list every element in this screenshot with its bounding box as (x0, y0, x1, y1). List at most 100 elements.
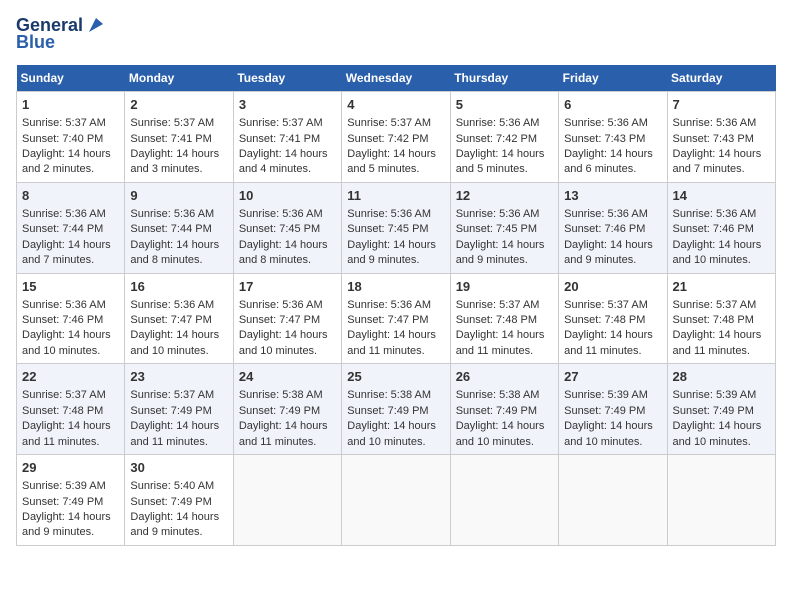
sunset: Sunset: 7:42 PM (347, 133, 428, 145)
sunrise: Sunrise: 5:36 AM (130, 299, 214, 311)
sunrise: Sunrise: 5:39 AM (22, 480, 106, 492)
sunrise: Sunrise: 5:36 AM (22, 208, 106, 220)
weekday-header: Saturday (667, 65, 775, 92)
calendar-cell: 25Sunrise: 5:38 AMSunset: 7:49 PMDayligh… (342, 364, 450, 455)
sunset: Sunset: 7:44 PM (22, 223, 103, 235)
daylight: Daylight: 14 hours and 10 minutes. (22, 329, 111, 356)
daylight: Daylight: 14 hours and 8 minutes. (239, 239, 328, 266)
sunset: Sunset: 7:46 PM (673, 223, 754, 235)
sunrise: Sunrise: 5:37 AM (130, 389, 214, 401)
sunrise: Sunrise: 5:40 AM (130, 480, 214, 492)
calendar-cell (233, 455, 341, 546)
calendar-cell: 27Sunrise: 5:39 AMSunset: 7:49 PMDayligh… (559, 364, 667, 455)
daylight: Daylight: 14 hours and 6 minutes. (564, 148, 653, 175)
sunrise: Sunrise: 5:37 AM (130, 117, 214, 129)
day-number: 9 (130, 187, 227, 205)
sunrise: Sunrise: 5:39 AM (673, 389, 757, 401)
calendar-cell: 3Sunrise: 5:37 AMSunset: 7:41 PMDaylight… (233, 92, 341, 183)
daylight: Daylight: 14 hours and 10 minutes. (673, 420, 762, 447)
calendar-cell (450, 455, 558, 546)
day-number: 21 (673, 278, 770, 296)
sunrise: Sunrise: 5:36 AM (456, 208, 540, 220)
calendar-cell: 28Sunrise: 5:39 AMSunset: 7:49 PMDayligh… (667, 364, 775, 455)
sunrise: Sunrise: 5:37 AM (673, 299, 757, 311)
sunrise: Sunrise: 5:36 AM (347, 299, 431, 311)
day-number: 28 (673, 368, 770, 386)
calendar-cell: 6 Sunrise: 5:36 AM Sunset: 7:43 PM Daylight… (559, 92, 667, 183)
sunrise: Sunrise: 5:39 AM (564, 389, 648, 401)
sunrise: Sunrise: 5:36 AM (564, 117, 648, 129)
logo-icon (85, 14, 107, 36)
calendar-cell: 10Sunrise: 5:36 AMSunset: 7:45 PMDayligh… (233, 182, 341, 273)
day-number: 29 (22, 459, 119, 477)
sunset: Sunset: 7:45 PM (347, 223, 428, 235)
day-number: 18 (347, 278, 444, 296)
sunset: Sunset: 7:43 PM (564, 133, 645, 145)
sunrise: Sunrise: 5:38 AM (347, 389, 431, 401)
weekday-header: Thursday (450, 65, 558, 92)
sunset: Sunset: 7:46 PM (22, 314, 103, 326)
sunset: Sunset: 7:49 PM (130, 496, 211, 508)
sunset: Sunset: 7:49 PM (239, 405, 320, 417)
day-number: 11 (347, 187, 444, 205)
sunset: Sunset: 7:47 PM (239, 314, 320, 326)
calendar-week-row: 8 Sunrise: 5:36 AM Sunset: 7:44 PM Daylight… (17, 182, 776, 273)
sunset: Sunset: 7:48 PM (456, 314, 537, 326)
day-number: 17 (239, 278, 336, 296)
sunset: Sunset: 7:49 PM (130, 405, 211, 417)
sunset: Sunset: 7:43 PM (673, 133, 754, 145)
calendar-cell: 1Sunrise: 5:37 AMSunset: 7:40 PMDaylight… (17, 92, 125, 183)
day-number: 23 (130, 368, 227, 386)
daylight: Daylight: 14 hours and 5 minutes. (456, 148, 545, 175)
day-number: 3 (239, 96, 336, 114)
day-number: 20 (564, 278, 661, 296)
calendar-cell (559, 455, 667, 546)
weekday-header: Tuesday (233, 65, 341, 92)
day-number: 15 (22, 278, 119, 296)
calendar-cell: 29Sunrise: 5:39 AMSunset: 7:49 PMDayligh… (17, 455, 125, 546)
sunset: Sunset: 7:46 PM (564, 223, 645, 235)
daylight: Daylight: 14 hours and 11 minutes. (347, 329, 436, 356)
calendar-cell: 17 Sunrise: 5:36 AM Sunset: 7:47 PM Dayligh… (233, 273, 341, 364)
sunset: Sunset: 7:41 PM (239, 133, 320, 145)
sunset: Sunset: 7:48 PM (564, 314, 645, 326)
day-number: 13 (564, 187, 661, 205)
calendar-cell: 11Sunrise: 5:36 AMSunset: 7:45 PMDayligh… (342, 182, 450, 273)
sunset: Sunset: 7:48 PM (22, 405, 103, 417)
sunset: Sunset: 7:44 PM (130, 223, 211, 235)
daylight: Daylight: 14 hours and 9 minutes. (456, 239, 545, 266)
day-number: 12 (456, 187, 553, 205)
daylight: Daylight: 14 hours and 11 minutes. (22, 420, 111, 447)
daylight: Daylight: 14 hours and 11 minutes. (673, 329, 762, 356)
day-number: 8 (22, 187, 119, 205)
calendar-cell: 14Sunrise: 5:36 AMSunset: 7:46 PMDayligh… (667, 182, 775, 273)
daylight: Daylight: 14 hours and 11 minutes. (456, 329, 545, 356)
daylight: Daylight: 14 hours and 10 minutes. (130, 329, 219, 356)
day-number: 26 (456, 368, 553, 386)
weekday-header: Monday (125, 65, 233, 92)
daylight: Daylight: 14 hours and 10 minutes. (239, 329, 328, 356)
day-number: 5 (456, 96, 553, 114)
daylight: Daylight: 14 hours and 5 minutes. (347, 148, 436, 175)
sunset: Sunset: 7:47 PM (347, 314, 428, 326)
daylight: Daylight: 14 hours and 9 minutes. (564, 239, 653, 266)
calendar-cell: 30Sunrise: 5:40 AMSunset: 7:49 PMDayligh… (125, 455, 233, 546)
calendar-cell: 22Sunrise: 5:37 AMSunset: 7:48 PMDayligh… (17, 364, 125, 455)
sunset: Sunset: 7:47 PM (130, 314, 211, 326)
daylight: Daylight: 14 hours and 7 minutes. (22, 239, 111, 266)
sunset: Sunset: 7:42 PM (456, 133, 537, 145)
weekday-header: Friday (559, 65, 667, 92)
day-number: 6 (564, 96, 661, 114)
calendar-cell: 9Sunrise: 5:36 AMSunset: 7:44 PMDaylight… (125, 182, 233, 273)
sunset: Sunset: 7:49 PM (564, 405, 645, 417)
calendar-week-row: 1Sunrise: 5:37 AMSunset: 7:40 PMDaylight… (17, 92, 776, 183)
calendar-cell: 15Sunrise: 5:36 AMSunset: 7:46 PMDayligh… (17, 273, 125, 364)
sunrise: Sunrise: 5:37 AM (564, 299, 648, 311)
calendar-cell: 20Sunrise: 5:37 AMSunset: 7:48 PMDayligh… (559, 273, 667, 364)
calendar-cell: 26Sunrise: 5:38 AMSunset: 7:49 PMDayligh… (450, 364, 558, 455)
sunset: Sunset: 7:48 PM (673, 314, 754, 326)
calendar-cell: 23Sunrise: 5:37 AMSunset: 7:49 PMDayligh… (125, 364, 233, 455)
calendar-cell (667, 455, 775, 546)
weekday-header-row: SundayMondayTuesdayWednesdayThursdayFrid… (17, 65, 776, 92)
sunrise: Sunrise: 5:36 AM (239, 299, 323, 311)
